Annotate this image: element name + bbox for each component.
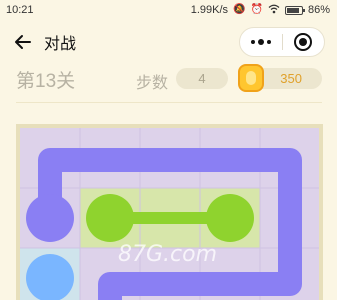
level-bar: 第13关 步数 4 350 xyxy=(0,64,337,92)
status-right-group: 1.99K/s 🔕 ⏰ 86% xyxy=(191,4,330,17)
battery-icon xyxy=(284,5,305,15)
close-miniprogram-button[interactable] xyxy=(283,28,325,56)
level-title: 第13关 xyxy=(16,71,76,92)
steps-value: 4 xyxy=(198,71,206,86)
steps-label: 步数 xyxy=(136,75,169,92)
more-dots-icon xyxy=(250,39,271,45)
board-grid[interactable]: 87G.com xyxy=(20,128,319,300)
watermark: 87G.com xyxy=(118,242,217,267)
status-time: 10:21 xyxy=(6,4,34,16)
mute-icon: 🔕 xyxy=(233,4,246,15)
arrow-left-icon xyxy=(15,35,31,49)
wifi-icon xyxy=(268,4,280,17)
mini-program-capsule xyxy=(239,27,325,57)
green-endpoint-left[interactable] xyxy=(86,194,134,242)
green-endpoint-right[interactable] xyxy=(206,194,254,242)
coins-value: 350 xyxy=(280,71,302,86)
coin-icon xyxy=(238,64,264,92)
status-bar: 10:21 1.99K/s 🔕 ⏰ 86% xyxy=(0,0,337,20)
nav-bar: 对战 xyxy=(0,24,337,60)
steps-counter: 4 xyxy=(176,68,228,89)
battery-percent: 86% xyxy=(307,4,330,16)
page-title: 对战 xyxy=(44,36,77,53)
back-button[interactable] xyxy=(10,29,36,55)
target-icon xyxy=(294,33,313,51)
purple-endpoint[interactable] xyxy=(26,194,74,242)
network-speed: 1.99K/s xyxy=(190,4,229,16)
header-divider xyxy=(16,102,322,103)
more-button[interactable] xyxy=(240,28,282,56)
game-board[interactable]: 87G.com xyxy=(16,124,323,300)
alarm-icon: ⏰ xyxy=(250,4,263,15)
blue-endpoint[interactable] xyxy=(26,254,74,300)
